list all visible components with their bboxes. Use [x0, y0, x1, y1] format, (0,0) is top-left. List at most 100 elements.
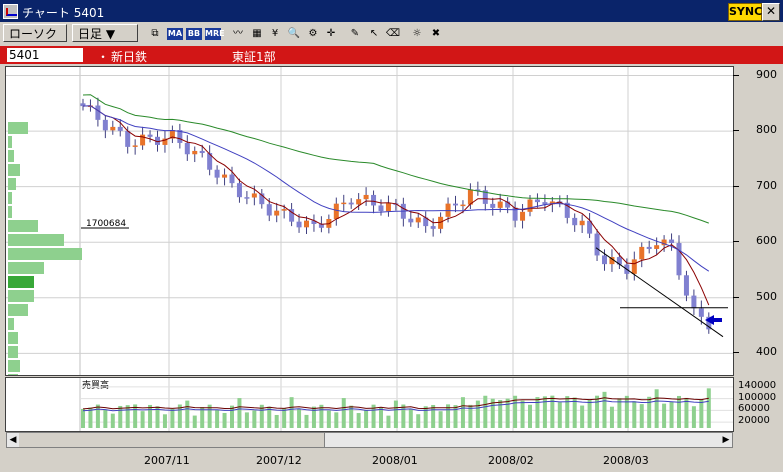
- sync-button[interactable]: SYNC: [728, 3, 762, 21]
- delete-icon[interactable]: ✖: [427, 25, 445, 43]
- volume-bar: [162, 414, 167, 428]
- chart-type-dropdown[interactable]: ローソク ▼: [3, 24, 67, 59]
- candle-body: [348, 202, 354, 205]
- candle-body: [363, 194, 369, 200]
- volume-bar: [677, 395, 681, 428]
- toolbar: ローソク ▼ 日足 ▼ ⧉ MA BB MRE 〰 ▦ ¥ 🔍 ⚙ ✛ ✎ ↖ …: [0, 22, 783, 59]
- x-tick-label: 2007/11: [144, 454, 190, 467]
- volume-bar: [282, 408, 287, 428]
- volume-bar: [364, 409, 369, 428]
- volume-chart-panel[interactable]: 売買高: [5, 377, 734, 472]
- volume-axis: 140000 100000 60000 20000: [733, 377, 783, 432]
- ma-button[interactable]: MA: [167, 28, 183, 40]
- candle-body: [460, 204, 466, 207]
- volume-bar: [222, 412, 227, 428]
- mre-button[interactable]: MRE: [205, 28, 225, 40]
- scroll-thumb[interactable]: [19, 433, 325, 447]
- pointer-icon[interactable]: ↖: [365, 25, 383, 43]
- candle-body: [430, 226, 436, 229]
- line-chart-icon[interactable]: 〰: [229, 25, 247, 43]
- volume-bar: [95, 404, 100, 428]
- candle-body: [147, 134, 153, 137]
- candle-body: [333, 203, 339, 220]
- price-chart-panel[interactable]: 1700684: [5, 66, 734, 400]
- volume-bar: [379, 407, 383, 428]
- volume-bar: [550, 395, 555, 428]
- candle-body: [378, 205, 384, 212]
- copy-icon[interactable]: ⧉: [146, 25, 164, 43]
- volume-bar: [252, 410, 257, 428]
- candle-body: [602, 255, 607, 265]
- volume-bar: [423, 406, 428, 428]
- horizontal-scrollbar[interactable]: ◀ ▶: [6, 432, 733, 448]
- scroll-right-icon[interactable]: ▶: [720, 433, 732, 447]
- market-name: 東証1部: [232, 50, 276, 64]
- close-button[interactable]: ✕: [762, 3, 780, 21]
- volume-bar: [297, 408, 302, 428]
- volume-profile-bar: [8, 374, 18, 386]
- volume-bar: [580, 405, 585, 428]
- grid-icon[interactable]: ▦: [248, 25, 266, 43]
- x-tick-label: 2007/12: [256, 454, 302, 467]
- volume-bar: [244, 412, 249, 428]
- settings-icon[interactable]: ☼: [408, 25, 426, 43]
- candle-body: [102, 119, 108, 131]
- volume-bar: [431, 404, 436, 428]
- volume-bar: [334, 412, 339, 428]
- volume-tick-label: 20000: [738, 415, 770, 427]
- volume-bar: [438, 411, 443, 428]
- candle-body: [222, 174, 228, 178]
- volume-bar: [460, 397, 465, 428]
- candle-body: [572, 217, 578, 226]
- trend-line: [595, 247, 724, 338]
- chart-app-icon: [3, 4, 18, 19]
- candle-body: [304, 220, 309, 228]
- zoom-icon[interactable]: 🔍: [285, 25, 303, 43]
- candle-body: [274, 210, 280, 216]
- volume-bar: [624, 395, 629, 428]
- period-dropdown[interactable]: 日足 ▼: [72, 24, 138, 42]
- bb-button[interactable]: BB: [186, 28, 202, 40]
- eraser-icon[interactable]: ⌫: [384, 25, 402, 43]
- y-tick-label: 700: [756, 178, 777, 192]
- candle-body: [110, 126, 116, 131]
- candle-body: [669, 239, 675, 244]
- volume-bar: [565, 396, 570, 428]
- volume-bar: [356, 413, 361, 428]
- y-tick-label: 500: [756, 289, 777, 303]
- crosshair-icon[interactable]: ✛: [322, 25, 340, 43]
- info-bullet: ・: [97, 50, 110, 64]
- volume-bar: [140, 411, 145, 428]
- candle-body: [639, 246, 645, 260]
- volume-profile-bar: [8, 150, 14, 162]
- volume-bar: [647, 396, 652, 428]
- volume-profile-bar: [8, 262, 44, 274]
- stock-code-field[interactable]: 5401: [7, 48, 83, 62]
- candle-body: [520, 211, 526, 221]
- pen-icon[interactable]: ✎: [346, 25, 364, 43]
- volume-bar: [386, 415, 391, 428]
- candle-body: [534, 199, 540, 203]
- stock-info-bar: 5401 ・ 新日鉄 東証1部: [0, 46, 783, 64]
- volume-bar: [609, 406, 614, 428]
- volume-profile-bar: [8, 192, 12, 204]
- candle-body: [631, 259, 637, 274]
- y-tick-label: 900: [756, 67, 777, 81]
- volume-bar: [505, 398, 510, 428]
- volume-bar: [215, 410, 220, 428]
- yen-icon[interactable]: ¥: [266, 25, 284, 43]
- y-tick-mark: [733, 352, 739, 354]
- volume-profile-bar: [8, 318, 14, 330]
- zoom-settings-icon[interactable]: ⚙: [304, 25, 322, 43]
- volume-profile-bar: [8, 234, 64, 246]
- volume-bar: [595, 395, 600, 428]
- candle-body: [676, 243, 682, 276]
- candle-body: [683, 275, 689, 296]
- volume-bar: [341, 398, 346, 428]
- volume-chart: 売買高: [79, 378, 733, 472]
- y-tick-label: 600: [756, 234, 777, 248]
- volume-label: 売買高: [82, 379, 109, 391]
- scroll-left-icon[interactable]: ◀: [7, 433, 19, 447]
- candle-body: [579, 220, 585, 226]
- title-bar: チャート 5401 SYNC ✕: [0, 0, 783, 22]
